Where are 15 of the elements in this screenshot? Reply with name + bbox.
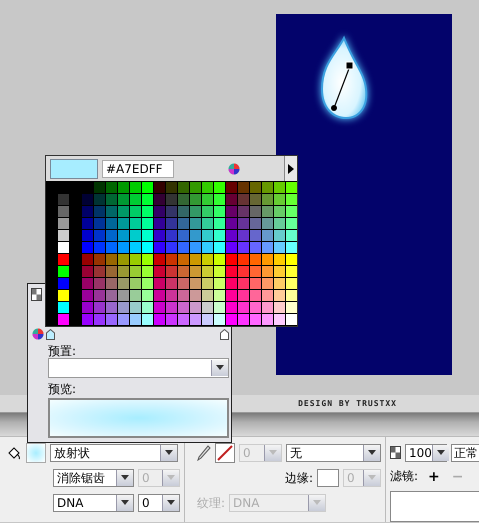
- antialias-dropdown[interactable]: 消除锯齿: [53, 469, 134, 487]
- texture-dropdown[interactable]: DNA: [53, 494, 134, 512]
- edge-label: 边缘:: [284, 470, 313, 486]
- texture-amount-dropdown[interactable]: 0: [138, 494, 180, 512]
- hex-color-field[interactable]: #A7EDFF: [102, 160, 174, 178]
- filters-label: 滤镜:: [390, 468, 418, 486]
- credit-text: DESIGN BY TRUSTXX: [298, 399, 397, 408]
- stroke-style-dropdown[interactable]: 无: [286, 444, 381, 462]
- preview-label: 预览:: [48, 381, 78, 396]
- add-filter-button[interactable]: +: [426, 468, 442, 485]
- opacity-dropdown[interactable]: 100: [405, 444, 447, 462]
- blend-mode-dropdown[interactable]: 正常: [451, 444, 479, 462]
- fill-type-dropdown[interactable]: 放射状: [50, 444, 178, 462]
- texture-label: 纹理:: [197, 494, 226, 512]
- preset-label: 预置:: [48, 343, 78, 358]
